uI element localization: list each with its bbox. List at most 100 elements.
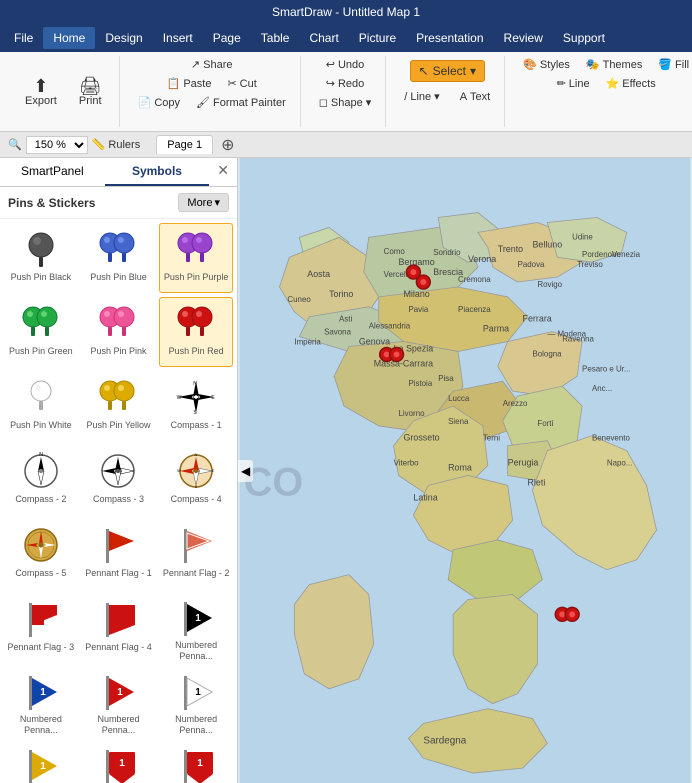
symbol-label: Push Pin White [10, 420, 72, 431]
symbol-compass-2[interactable]: N Compass - 2 [4, 445, 78, 515]
symbol-compass-5[interactable]: Compass - 5 [4, 519, 78, 589]
symbol-numbered-pennant-yellow[interactable]: 1 Numbered Penna... [4, 741, 78, 783]
symbol-compass-1[interactable]: N S W E Compass - 1 [159, 371, 233, 441]
symbol-push-pin-purple[interactable]: Push Pin Purple [159, 223, 233, 293]
symbol-push-pin-black[interactable]: Push Pin Black [4, 223, 78, 293]
symbol-label: Pennant Flag - 1 [85, 568, 152, 579]
fill-button[interactable]: 🪣 Fill [652, 56, 692, 73]
symbols-category-label: Pins & Stickers [8, 196, 95, 210]
svg-text:Terni: Terni [483, 434, 500, 443]
menu-picture[interactable]: Picture [349, 27, 406, 49]
symbol-numbered-pennant-red[interactable]: 1 Numbered Penna... [82, 667, 156, 737]
symbol-push-pin-green[interactable]: Push Pin Green [4, 297, 78, 367]
symbol-pennant-flag-2[interactable]: Pennant Flag - 2 [159, 519, 233, 589]
symbol-label: Numbered Penna... [162, 640, 230, 662]
menu-review[interactable]: Review [494, 27, 553, 49]
select-dropdown-icon: ▾ [470, 64, 476, 78]
effects-button[interactable]: ⭐ Effects [600, 75, 662, 92]
svg-text:Belluno: Belluno [532, 239, 562, 249]
ribbon-group-history: ↩ Undo ↪ Redo ◻ Shape ▾ [305, 56, 387, 127]
symbol-label: Pennant Flag - 3 [8, 642, 75, 653]
paste-button[interactable]: 📋 Paste [161, 75, 218, 92]
add-page-button[interactable]: ⊕ [217, 135, 238, 155]
tab-symbols[interactable]: Symbols [105, 158, 210, 186]
symbol-numbered-pennant-blue[interactable]: 1 Numbered Penna... [4, 667, 78, 737]
copy-button[interactable]: 📄 Copy [132, 94, 186, 111]
cut-button[interactable]: ✂ Cut [221, 75, 262, 92]
redo-button[interactable]: ↪ Redo [320, 75, 371, 92]
svg-text:N: N [195, 452, 198, 457]
svg-text:Alessandria: Alessandria [369, 322, 411, 331]
symbol-label: Compass - 2 [15, 494, 66, 505]
symbol-label: Pennant Flag - 4 [85, 642, 152, 653]
print-button[interactable]: 🖨 Print [70, 70, 111, 114]
styles-button[interactable]: 🎨 Styles [517, 56, 576, 73]
symbol-label: Push Pin Pink [90, 346, 146, 357]
ribbon-group-clipboard: ↗ Share 📋 Paste ✂ Cut 📄 Copy 🖌 Format Pa… [124, 56, 301, 127]
share-button[interactable]: ↗ Share [185, 56, 239, 73]
symbol-compass-4[interactable]: N S W E Compass - 4 [159, 445, 233, 515]
redo-icon: ↪ [326, 77, 335, 90]
svg-text:Udine: Udine [572, 232, 593, 241]
undo-icon: ↩ [326, 58, 335, 71]
line-style-button[interactable]: ✏ Line [551, 75, 596, 92]
svg-text:Pesaro e Ur...: Pesaro e Ur... [582, 364, 630, 373]
menu-insert[interactable]: Insert [153, 27, 203, 49]
line-button[interactable]: / Line ▾ [398, 88, 445, 105]
symbol-numbered-pennant-white[interactable]: 1 Numbered Penna... [159, 667, 233, 737]
scroll-left-button[interactable]: ◀ [238, 460, 253, 482]
symbol-push-pin-blue[interactable]: Push Pin Blue [82, 223, 156, 293]
close-sidebar-button[interactable]: ✕ [209, 158, 237, 186]
menu-home[interactable]: Home [43, 27, 95, 49]
symbol-push-pin-white[interactable]: Push Pin White [4, 371, 78, 441]
svg-text:Imperia: Imperia [294, 338, 321, 347]
symbol-push-pin-yellow[interactable]: Push Pin Yellow [82, 371, 156, 441]
svg-text:Venezia: Venezia [612, 250, 641, 259]
export-button[interactable]: ⬆ Export [16, 70, 66, 114]
undo-button[interactable]: ↩ Undo [320, 56, 371, 73]
symbol-pennant-flag-1[interactable]: Pennant Flag - 1 [82, 519, 156, 589]
menu-design[interactable]: Design [95, 27, 152, 49]
symbol-label: Push Pin Red [169, 346, 224, 357]
svg-text:1: 1 [40, 687, 46, 698]
text-icon: A [460, 91, 467, 103]
cursor-icon: ↖ [419, 64, 429, 78]
menu-chart[interactable]: Chart [299, 27, 348, 49]
svg-text:Sondrio: Sondrio [433, 248, 461, 257]
symbol-numbered-pennant-bw[interactable]: 1 Numbered Penna... [159, 593, 233, 663]
print-icon: 🖨 [79, 77, 102, 95]
menu-page[interactable]: Page [203, 27, 251, 49]
more-button[interactable]: More ▾ [178, 193, 229, 212]
svg-text:N: N [39, 452, 43, 458]
cut-icon: ✂ [227, 77, 236, 90]
menu-support[interactable]: Support [553, 27, 615, 49]
tab-smartpanel[interactable]: SmartPanel [0, 158, 105, 186]
svg-text:1: 1 [195, 687, 201, 698]
zoom-select[interactable]: 150 % 100 % 75 % [26, 136, 88, 154]
symbol-pennant-flag-4[interactable]: Pennant Flag - 4 [82, 593, 156, 663]
symbol-numbered-rect-red2[interactable]: 1 Numbered Recta... [159, 741, 233, 783]
svg-text:Benevento: Benevento [592, 434, 630, 443]
symbol-label: Push Pin Black [11, 272, 72, 283]
symbols-header: Pins & Stickers More ▾ [0, 187, 237, 219]
map-area[interactable]: Aosta Cuneo Torino Asti Alessandria Mila… [238, 158, 692, 783]
symbol-push-pin-red[interactable]: Push Pin Red [159, 297, 233, 367]
menu-file[interactable]: File [4, 27, 43, 49]
symbol-numbered-rect-red[interactable]: 1 Numbered Recta... [82, 741, 156, 783]
symbol-push-pin-pink[interactable]: Push Pin Pink [82, 297, 156, 367]
symbol-compass-3[interactable]: Compass - 3 [82, 445, 156, 515]
symbol-pennant-flag-3[interactable]: Pennant Flag - 3 [4, 593, 78, 663]
menu-presentation[interactable]: Presentation [406, 27, 493, 49]
svg-text:Trento: Trento [498, 244, 523, 254]
page-tab[interactable]: Page 1 [156, 135, 213, 154]
svg-text:Parma: Parma [483, 324, 509, 334]
svg-text:Rovigo: Rovigo [537, 280, 562, 289]
menu-table[interactable]: Table [251, 27, 300, 49]
select-button[interactable]: ↖ Select ▾ [410, 60, 485, 82]
shape-button[interactable]: ◻ Shape ▾ [313, 94, 378, 111]
format-painter-button[interactable]: 🖌 Format Painter [190, 94, 292, 111]
themes-button[interactable]: 🎭 Themes [580, 56, 648, 73]
rulers-button[interactable]: 📏 Rulers [92, 138, 141, 151]
svg-text:Asti: Asti [339, 315, 352, 324]
text-button[interactable]: A Text [454, 89, 497, 105]
